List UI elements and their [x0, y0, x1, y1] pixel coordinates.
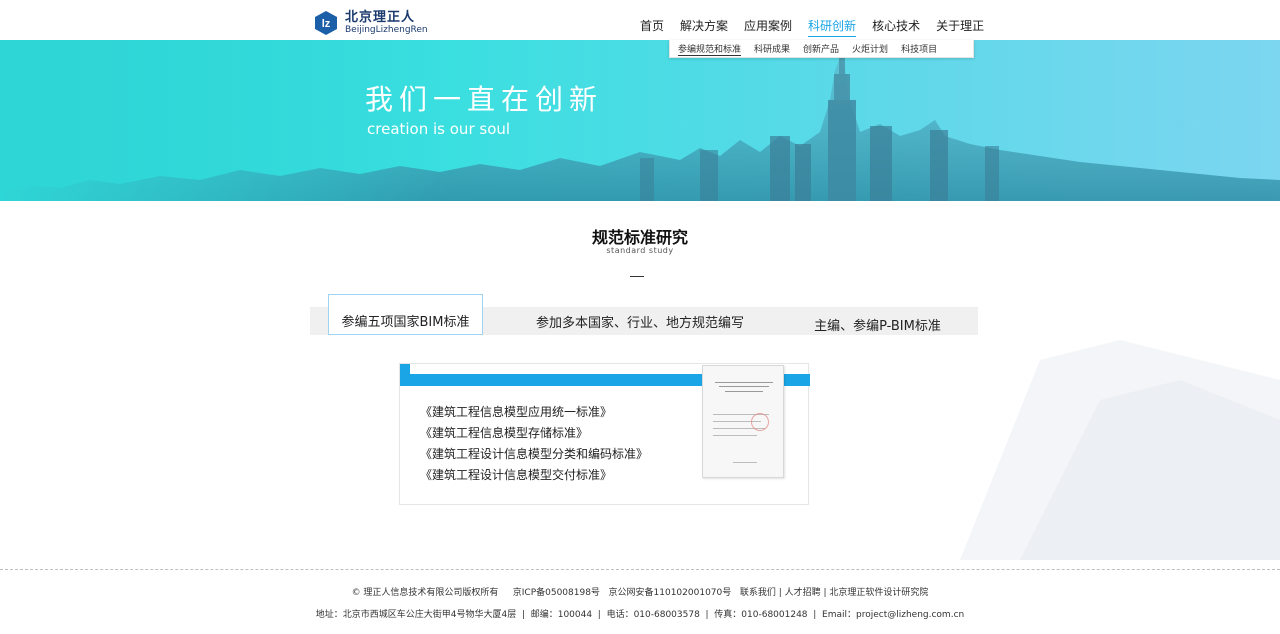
email-link[interactable]: Email：project@lizheng.com.cn	[822, 610, 964, 620]
brand-name-en: BeijingLizhengRen	[345, 25, 428, 35]
nav-item-solutions[interactable]: 解决方案	[680, 17, 728, 37]
doc-line	[715, 382, 773, 383]
banner-title: 我们一直在创新	[365, 83, 604, 116]
logo-text: 北京理正人 BeijingLizhengRen	[345, 11, 428, 35]
standards-list: 《建筑工程信息模型应用统一标准》 《建筑工程信息模型存储标准》 《建筑工程设计信…	[420, 402, 648, 486]
nav-item-home[interactable]: 首页	[640, 17, 664, 37]
nav-item-about[interactable]: 关于理正	[936, 17, 984, 37]
doc-line	[719, 386, 769, 387]
stamp-icon	[751, 413, 769, 431]
decorative-background-graphic	[960, 340, 1280, 560]
list-item: 《建筑工程信息模型应用统一标准》	[420, 405, 613, 419]
city-skyline-image	[0, 40, 1280, 201]
list-item: 《建筑工程设计信息模型分类和编码标准》	[420, 447, 649, 461]
police-record-link[interactable]: 京公网安备110102001070号	[609, 588, 732, 598]
nav-item-research[interactable]: 科研创新	[808, 17, 857, 37]
subnav-item-achievements[interactable]: 科研成果	[754, 42, 790, 55]
nav-item-core-tech[interactable]: 核心技术	[872, 17, 920, 37]
logo-hexagon-icon: lz	[315, 11, 337, 35]
subnav-item-products[interactable]: 创新产品	[803, 42, 839, 55]
logo[interactable]: lz 北京理正人 BeijingLizhengRen	[313, 9, 443, 37]
phone-text: 电话：010-68003578	[606, 610, 700, 620]
jobs-link[interactable]: 人才招聘	[785, 588, 821, 598]
subnav-item-standards[interactable]: 参编规范和标准	[678, 42, 742, 56]
tab-regional-specifications[interactable]: 参加多本国家、行业、地方规范编写	[520, 307, 760, 335]
doc-line	[713, 435, 757, 436]
section-title: 规范标准研究	[591, 228, 688, 247]
nav-item-cases[interactable]: 应用案例	[744, 17, 792, 37]
tab-national-bim-standards[interactable]: 参编五项国家BIM标准	[328, 294, 483, 335]
fax-text: 传真：010-68001248	[714, 610, 808, 620]
postcode-text: 邮编：100044	[530, 610, 593, 620]
list-item: 《建筑工程设计信息模型交付标准》	[420, 468, 613, 482]
main-nav: 首页 解决方案 应用案例 科研创新 核心技术 关于理正	[640, 17, 1000, 37]
doc-line	[725, 391, 763, 392]
footer-row-1: © 理正人信息技术有限公司版权所有 京ICP备05008198号 京公网安备11…	[351, 588, 929, 598]
document-thumbnail[interactable]	[702, 365, 784, 478]
copyright-text: © 理正人信息技术有限公司版权所有	[351, 588, 499, 598]
header: lz 北京理正人 BeijingLizhengRen 首页 解决方案 应用案例 …	[0, 0, 1280, 40]
subnav-dropdown: 参编规范和标准 科研成果 创新产品 火炬计划 科技项目	[669, 40, 974, 58]
section-subtitle: standard study	[606, 246, 674, 255]
institute-link[interactable]: 北京理正软件设计研究院	[829, 588, 928, 598]
subnav-item-torch[interactable]: 火炬计划	[852, 42, 888, 55]
icp-link[interactable]: 京ICP备05008198号	[513, 588, 600, 598]
hero-banner: 我们一直在创新 creation is our soul	[0, 40, 1280, 201]
svg-text:lz: lz	[322, 18, 331, 30]
footer-row-2: 地址：北京市西城区车公庄大街甲4号物华大厦4层 | 邮编：100044 | 电话…	[315, 610, 965, 620]
address-text: 地址：北京市西城区车公庄大街甲4号物华大厦4层	[315, 610, 517, 620]
banner-subtitle: creation is our soul	[367, 120, 511, 138]
contact-link[interactable]: 联系我们	[740, 588, 776, 598]
standards-tabs: 参编五项国家BIM标准 参加多本国家、行业、地方规范编写 主编、参编P-BIM标…	[310, 294, 978, 335]
brand-name-cn: 北京理正人	[345, 10, 416, 25]
subnav-item-projects[interactable]: 科技项目	[901, 42, 937, 55]
footer: © 理正人信息技术有限公司版权所有 京ICP备05008198号 京公网安备11…	[0, 570, 1280, 634]
tab-pbim-standards[interactable]: 主编、参编P-BIM标准	[795, 307, 960, 335]
list-item: 《建筑工程信息模型存储标准》	[420, 426, 589, 440]
section-divider	[630, 276, 644, 277]
doc-line	[733, 462, 757, 463]
